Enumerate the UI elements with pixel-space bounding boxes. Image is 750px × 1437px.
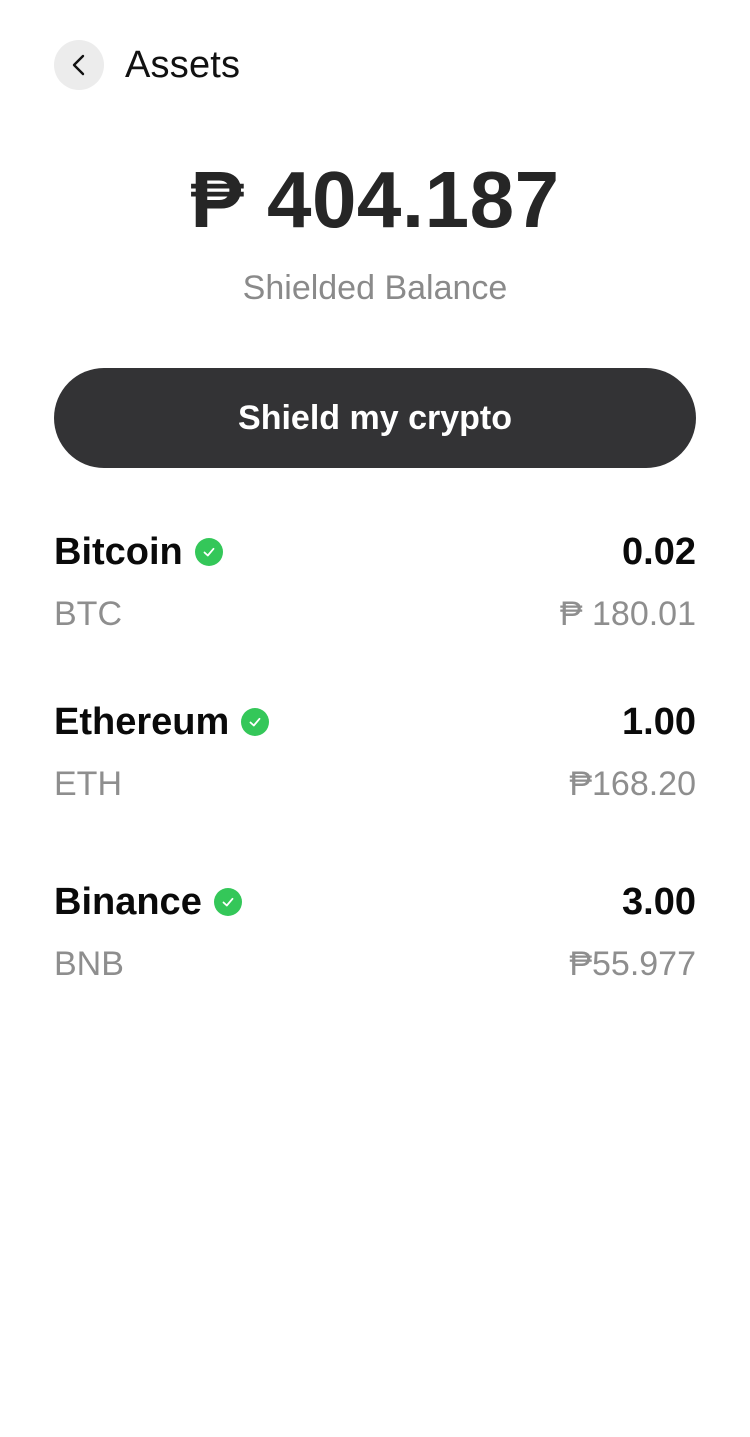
- asset-item-ethereum[interactable]: Ethereum 1.00 ETH ₱168.20: [54, 699, 696, 819]
- asset-symbol: BTC: [54, 594, 122, 633]
- header-bar: Assets: [54, 40, 240, 90]
- asset-fiat-value: ₱ 180.01: [559, 594, 696, 633]
- chevron-left-icon: [72, 54, 85, 76]
- asset-item-bitcoin[interactable]: Bitcoin 0.02 BTC ₱ 180.01: [54, 529, 696, 649]
- asset-name: Ethereum: [54, 700, 230, 743]
- page-title: Assets: [125, 43, 241, 86]
- asset-fiat-value: ₱168.20: [569, 764, 696, 803]
- asset-amount: 0.02: [622, 530, 696, 573]
- verified-check-icon: [213, 888, 242, 916]
- asset-amount: 1.00: [622, 700, 696, 743]
- asset-symbol: BNB: [54, 944, 124, 983]
- shield-my-crypto-button[interactable]: Shield my crypto: [54, 368, 696, 468]
- asset-amount: 3.00: [622, 880, 696, 923]
- asset-fiat-value: ₱55.977: [569, 944, 696, 983]
- back-button[interactable]: [54, 40, 104, 90]
- asset-symbol: ETH: [54, 764, 122, 803]
- shielded-balance-label: Shielded Balance: [242, 269, 508, 307]
- asset-name: Bitcoin: [54, 530, 183, 573]
- asset-item-binance[interactable]: Binance 3.00 BNB ₱55.977: [54, 879, 696, 999]
- verified-check-icon: [194, 538, 223, 566]
- asset-name: Binance: [54, 880, 202, 923]
- shielded-balance-amount: ₱ 404.187: [190, 155, 560, 244]
- verified-check-icon: [241, 708, 270, 736]
